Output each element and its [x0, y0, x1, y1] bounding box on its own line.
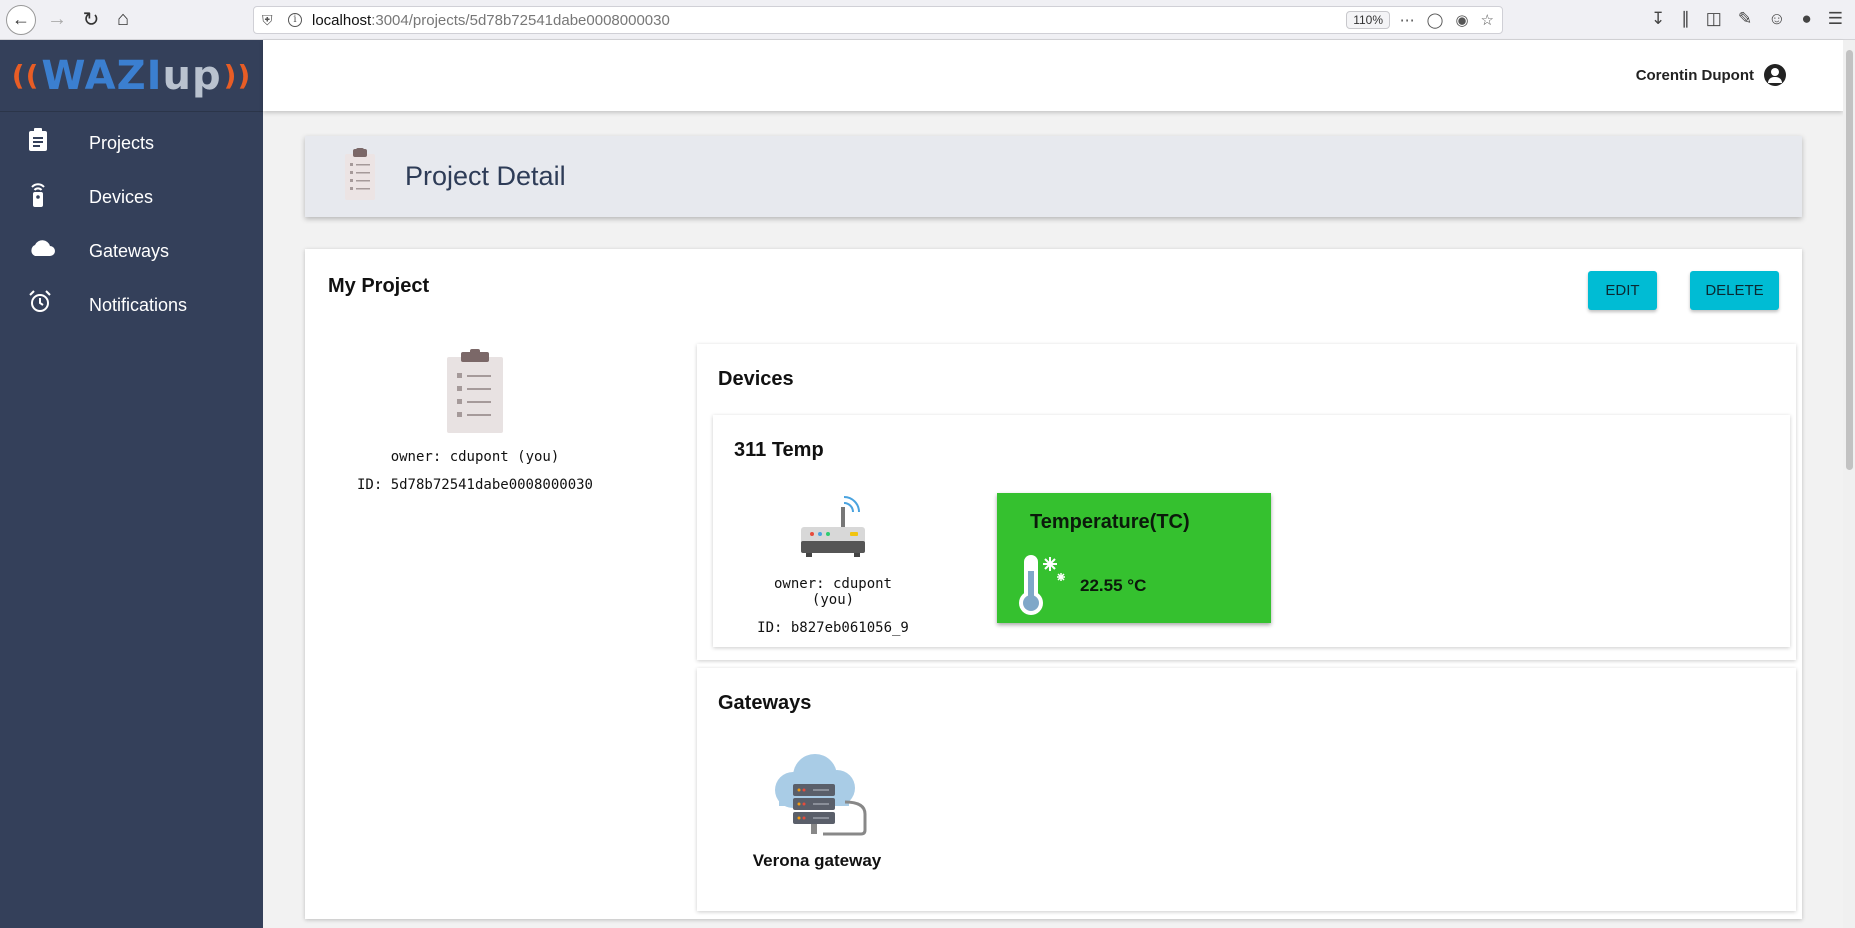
top-header: Corentin Dupont — [263, 40, 1843, 111]
browser-toolbar: ← → ↻ ⌂ ⛨ i localhost:3004/projects/5d78… — [0, 0, 1855, 40]
page-scrollbar[interactable] — [1843, 40, 1855, 928]
sidebar-item-projects[interactable]: Projects — [0, 116, 263, 170]
sidebar-item-label: Projects — [89, 132, 155, 153]
reload-icon[interactable]: ↻ — [76, 5, 106, 35]
project-name: My Project — [328, 275, 430, 297]
pocket-icon[interactable]: ◯ — [1427, 11, 1444, 29]
url-bar-actions: ⋯ ◯ ◉ ☆ — [1400, 11, 1494, 29]
user-menu[interactable]: Corentin Dupont — [1636, 64, 1786, 86]
menu-icon[interactable]: ☰ — [1828, 9, 1843, 29]
device-owner: owner: cdupont (you) — [773, 576, 892, 608]
clipboard-icon — [0, 128, 89, 158]
sensor-value: 22.55 °C — [1080, 576, 1147, 595]
shield-icon: ⛨ — [262, 12, 273, 28]
devices-section: Devices 311 Temp owner: cdupont (you) ID… — [697, 344, 1796, 660]
devices-title: Devices — [718, 368, 794, 390]
url-path: :3004/projects/5d78b72541dabe0008000030 — [371, 11, 670, 29]
url-bar[interactable]: ⛨ i localhost:3004/projects/5d78b72541da… — [253, 6, 1503, 34]
zoom-indicator[interactable]: 110% — [1346, 11, 1390, 29]
project-card: My Project EDIT DELETE owner: cdupont (y… — [305, 249, 1802, 919]
logo-text-wazi: WAZI — [41, 52, 163, 99]
gateways-title: Gateways — [718, 692, 812, 714]
addon-icon[interactable]: ● — [1801, 9, 1811, 29]
user-name: Corentin Dupont — [1635, 66, 1754, 84]
project-clipboard-icon — [447, 349, 503, 433]
project-info: owner: cdupont (you) ID: 5d78b72541dabe0… — [305, 349, 645, 493]
sidebar-item-label: Devices — [89, 186, 154, 207]
gateway-item[interactable]: Verona gateway — [727, 754, 907, 871]
back-arrow-icon[interactable]: ← — [6, 4, 36, 35]
thermometer-icon — [1019, 555, 1065, 615]
alarm-icon — [0, 290, 89, 320]
sidebar: (( WAZI up )) Projects Devices Gateways … — [0, 40, 263, 928]
sidebar-item-gateways[interactable]: Gateways — [0, 224, 263, 278]
bookmark-star-icon[interactable]: ☆ — [1481, 11, 1494, 29]
device-name: 311 Temp — [734, 439, 824, 461]
account-circle-icon[interactable] — [1764, 64, 1786, 86]
sensor-tile[interactable]: Temperature(TC) 22.55 °C — [997, 493, 1271, 623]
browser-tools: ↧ ∥ ◫ ✎ ☺ ● ☰ — [1651, 9, 1843, 29]
edit-button[interactable]: EDIT — [1588, 271, 1657, 310]
forward-arrow-icon[interactable]: → — [42, 5, 72, 35]
device-id: ID: b827eb061056_9 — [757, 620, 909, 636]
download-icon[interactable]: ↧ — [1651, 9, 1665, 29]
project-id: ID: 5d78b72541dabe0008000030 — [356, 477, 593, 493]
url-host: localhost — [312, 11, 372, 29]
sidebar-item-label: Notifications — [89, 294, 188, 315]
eyedropper-icon[interactable]: ✎ — [1738, 9, 1752, 29]
more-icon[interactable]: ⋯ — [1400, 11, 1415, 29]
library-icon[interactable]: ∥ — [1681, 9, 1690, 29]
gateway-name: Verona gateway — [752, 851, 882, 870]
sensor-name: Temperature(TC) — [1030, 511, 1190, 533]
router-icon — [801, 496, 865, 557]
sidebar-toggle-icon[interactable]: ◫ — [1706, 9, 1722, 29]
device-icon — [0, 181, 89, 213]
url-text[interactable]: localhost:3004/projects/5d78b72541dabe00… — [312, 12, 670, 29]
page-header: Project Detail — [305, 136, 1802, 217]
wazi-logo[interactable]: (( WAZI up )) — [10, 53, 253, 99]
signal-waves-icon-right: )) — [223, 59, 252, 92]
page-title: Project Detail — [405, 161, 566, 191]
gateway-server-cloud-icon — [775, 754, 867, 836]
scroll-thumb[interactable] — [1846, 50, 1853, 470]
clipboard-icon — [343, 148, 377, 205]
sidebar-item-notifications[interactable]: Notifications — [0, 278, 263, 332]
sidebar-item-devices[interactable]: Devices — [0, 170, 263, 224]
cloud-icon — [0, 238, 89, 264]
delete-button[interactable]: DELETE — [1690, 271, 1779, 310]
signal-waves-icon: (( — [11, 59, 40, 92]
logo-area[interactable]: (( WAZI up )) — [0, 40, 263, 112]
info-icon[interactable]: i — [288, 13, 302, 27]
device-card[interactable]: 311 Temp owner: cdupont (you) ID: b827eb… — [713, 415, 1790, 647]
project-owner: owner: cdupont (you) — [390, 449, 560, 465]
home-icon[interactable]: ⌂ — [108, 5, 138, 35]
extension-icon[interactable]: ◉ — [1455, 11, 1468, 29]
account-icon[interactable]: ☺ — [1768, 9, 1785, 29]
sidebar-item-label: Gateways — [89, 240, 170, 261]
device-info: owner: cdupont (you) ID: b827eb061056_9 — [753, 493, 913, 636]
logo-text-up: up — [162, 52, 222, 99]
gateways-section: Gateways Verona gateway — [697, 668, 1796, 911]
